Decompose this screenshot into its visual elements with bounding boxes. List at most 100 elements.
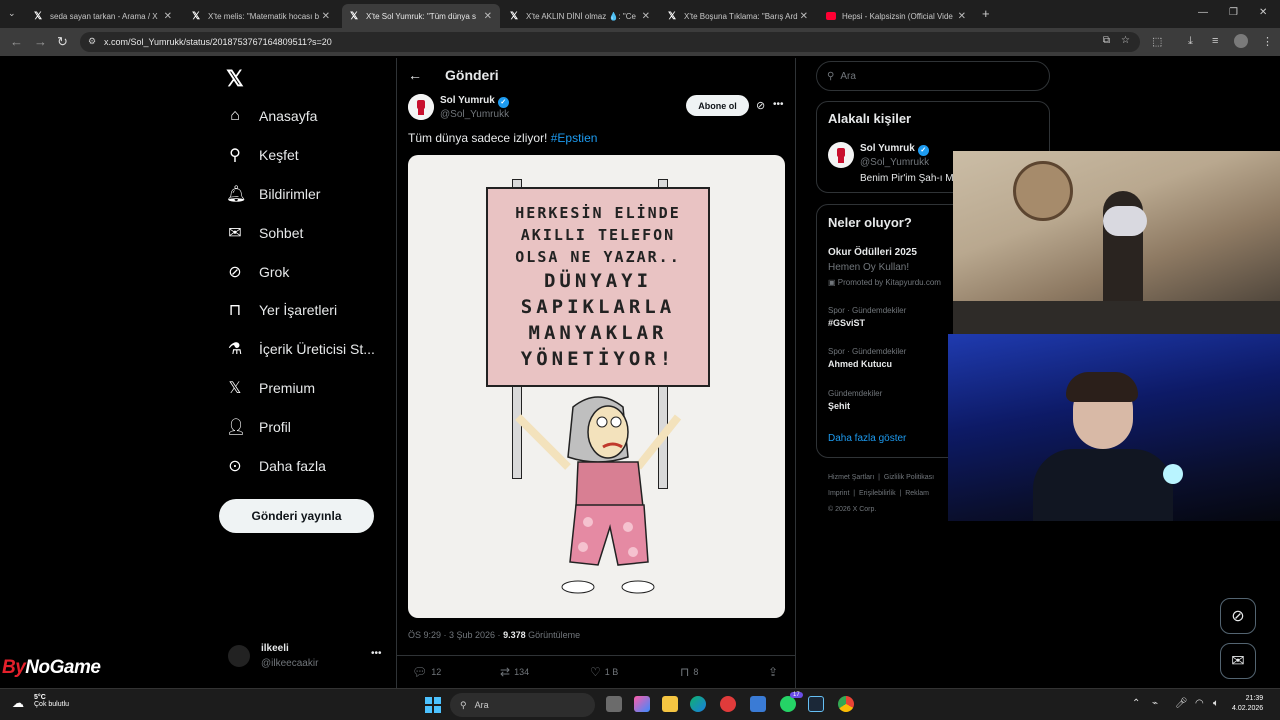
- x-logo-icon[interactable]: 𝕏: [226, 66, 244, 92]
- sidebar-item-messages[interactable]: ✉ Sohbet: [226, 221, 303, 245]
- grok-icon[interactable]: ⊘: [756, 99, 765, 112]
- search-icon: ⚲: [229, 147, 241, 164]
- footer-link[interactable]: Imprint: [828, 490, 849, 497]
- flask-icon: ⚗: [227, 341, 243, 358]
- restore-button[interactable]: ❐: [1229, 7, 1238, 18]
- tab-6[interactable]: Hepsi - Kalpsizsin (Official Vide ✕: [818, 4, 974, 28]
- install-app-icon[interactable]: ⧉: [1103, 35, 1110, 46]
- extensions-icon[interactable]: ⬚: [1152, 35, 1162, 48]
- hashtag-link[interactable]: #Epstien: [551, 131, 598, 145]
- close-icon[interactable]: ✕: [958, 11, 966, 22]
- messages-fab[interactable]: ✉: [1220, 643, 1256, 679]
- tab-search-icon[interactable]: ⌄: [8, 8, 16, 19]
- bell-icon: 🔔︎: [226, 186, 247, 203]
- tray-overflow-icon[interactable]: ⌃: [1132, 698, 1140, 709]
- follow-button[interactable]: Abone ol: [686, 95, 749, 116]
- search-input[interactable]: ⚲ Ara: [816, 61, 1050, 91]
- volume-icon[interactable]: 🔈︎: [1213, 698, 1219, 709]
- clock[interactable]: 21:39 4.02.2026: [1232, 694, 1263, 714]
- trend-item[interactable]: Spor · Gündemdekiler Ahmed Kutucu: [828, 347, 906, 369]
- whatsapp-icon[interactable]: [780, 696, 796, 712]
- network-icon[interactable]: ⌁: [1152, 698, 1158, 709]
- store-icon[interactable]: [750, 696, 766, 712]
- file-explorer-icon[interactable]: [662, 696, 678, 712]
- close-icon[interactable]: ✕: [642, 11, 650, 22]
- more-dots-icon[interactable]: •••: [371, 648, 382, 659]
- sidebar-item-bookmarks[interactable]: ⊓ Yer İşaretleri: [226, 298, 337, 322]
- verified-badge-icon: ✓: [497, 97, 509, 108]
- author-handle[interactable]: @Sol_Yumrukk: [440, 109, 509, 120]
- menu-icon[interactable]: ⋮: [1262, 35, 1273, 48]
- sidebar-item-explore[interactable]: ⚲ Keşfet: [226, 143, 299, 167]
- close-icon[interactable]: ✕: [484, 11, 492, 22]
- search-icon: ⚲: [460, 699, 467, 710]
- show-more-link[interactable]: Daha fazla göster: [828, 433, 906, 444]
- reading-list-icon[interactable]: ≡: [1212, 35, 1218, 47]
- forward-icon[interactable]: →: [34, 34, 47, 49]
- footer-link[interactable]: Reklam: [905, 490, 929, 497]
- more-dots-icon[interactable]: •••: [773, 99, 784, 110]
- weather-widget[interactable]: ☁ 5°C Çok bulutlu: [12, 694, 69, 710]
- task-view-icon[interactable]: [606, 696, 622, 712]
- tab-5[interactable]: 𝕏 X'te Boşuna Tıklama: "Barış Ard ✕: [660, 4, 816, 28]
- app-icon[interactable]: [720, 696, 736, 712]
- desk: [953, 301, 1280, 334]
- download-icon[interactable]: ⤓: [1188, 35, 1193, 48]
- account-switcher[interactable]: ilkeeli @ilkeecaakir •••: [228, 643, 388, 675]
- trend-item[interactable]: Gündemdekiler Şehit: [828, 389, 882, 411]
- footer-link[interactable]: Hizmet Şartları: [828, 474, 874, 481]
- promo-title[interactable]: Okur Ödülleri 2025: [828, 247, 917, 258]
- back-arrow-icon[interactable]: ←: [408, 67, 422, 83]
- profile-avatar[interactable]: [1234, 34, 1248, 48]
- sidebar-item-premium[interactable]: 𝕏 Premium: [226, 376, 315, 400]
- sidebar-item-notifications[interactable]: 🔔︎ Bildirimler: [226, 182, 320, 206]
- webcam-overlay-bottom: [948, 334, 1280, 521]
- bookmark-button[interactable]: ⊓ 8: [680, 665, 698, 679]
- tweet-image[interactable]: HERKESİN ELİNDE AKILLI TELEFON OLSA NE Y…: [408, 155, 785, 618]
- author-avatar[interactable]: [408, 94, 434, 120]
- grok-fab[interactable]: ⊘: [1220, 598, 1256, 634]
- related-name[interactable]: Sol Yumruk ✓: [860, 143, 929, 156]
- footer-link[interactable]: Erişilebilirlik: [859, 490, 896, 497]
- account-handle: @ilkeecaakir: [261, 658, 319, 669]
- new-tab-button[interactable]: +: [982, 6, 990, 21]
- like-button[interactable]: ♡ 1 B: [590, 665, 618, 679]
- footer-link[interactable]: Gizlilik Politikası: [884, 474, 934, 481]
- tab-4[interactable]: 𝕏 X'te AKLIN DİNİ olmaz 💧: "Ce ✕: [502, 4, 658, 28]
- back-icon[interactable]: ←: [10, 34, 23, 49]
- wifi-icon[interactable]: ◠: [1195, 698, 1204, 709]
- sidebar-item-creator-studio[interactable]: ⚗ İçerik Üreticisi St...: [226, 337, 375, 361]
- close-icon[interactable]: ✕: [164, 11, 172, 22]
- reload-icon[interactable]: ↻: [57, 34, 68, 50]
- taskbar-search[interactable]: ⚲ Ara: [450, 693, 595, 717]
- related-avatar[interactable]: [828, 142, 854, 168]
- author-name[interactable]: Sol Yumruk ✓: [440, 95, 509, 108]
- page-title: Gönderi: [445, 67, 499, 83]
- close-window-button[interactable]: ✕: [1259, 7, 1267, 18]
- post-button[interactable]: Gönderi yayınla: [219, 499, 374, 533]
- minimize-button[interactable]: —: [1198, 7, 1208, 18]
- edge-icon[interactable]: [690, 696, 706, 712]
- site-info-icon[interactable]: ⚙: [88, 36, 96, 47]
- close-icon[interactable]: ✕: [800, 11, 808, 22]
- bookmark-star-icon[interactable]: ☆: [1121, 35, 1130, 46]
- address-bar[interactable]: ⚙ x.com/Sol_Yumrukk/status/2018753767164…: [80, 32, 1140, 52]
- repost-button[interactable]: ⇄ 134: [500, 665, 529, 679]
- repost-icon: ⇄: [500, 665, 511, 679]
- close-icon[interactable]: ✕: [322, 11, 330, 22]
- steam-icon[interactable]: [808, 696, 824, 712]
- share-button[interactable]: ⇪: [768, 665, 778, 679]
- tab-2[interactable]: 𝕏 X'te melis: "Matematik hocası b ✕: [184, 4, 338, 28]
- copilot-icon[interactable]: [634, 696, 650, 712]
- sidebar-item-grok[interactable]: ⊘ Grok: [226, 260, 289, 284]
- start-button[interactable]: [425, 697, 441, 713]
- trend-item[interactable]: Spor · Gündemdekiler #GSviST: [828, 306, 906, 328]
- sidebar-item-home[interactable]: ⌂ Anasayfa: [226, 104, 317, 128]
- tab-1[interactable]: 𝕏seda sayan tarkan - Arama / X ✕: [26, 4, 180, 28]
- mic-icon[interactable]: 🎤︎: [1175, 698, 1188, 709]
- sidebar-item-more[interactable]: ⊙ Daha fazla: [226, 454, 326, 478]
- chrome-icon[interactable]: [838, 696, 854, 712]
- reply-button[interactable]: 💬︎ 12: [412, 665, 441, 679]
- tab-3-active[interactable]: 𝕏 X'te Sol Yumruk: "Tüm dünya s ✕: [342, 4, 500, 28]
- sidebar-item-profile[interactable]: 👤︎ Profil: [226, 415, 291, 439]
